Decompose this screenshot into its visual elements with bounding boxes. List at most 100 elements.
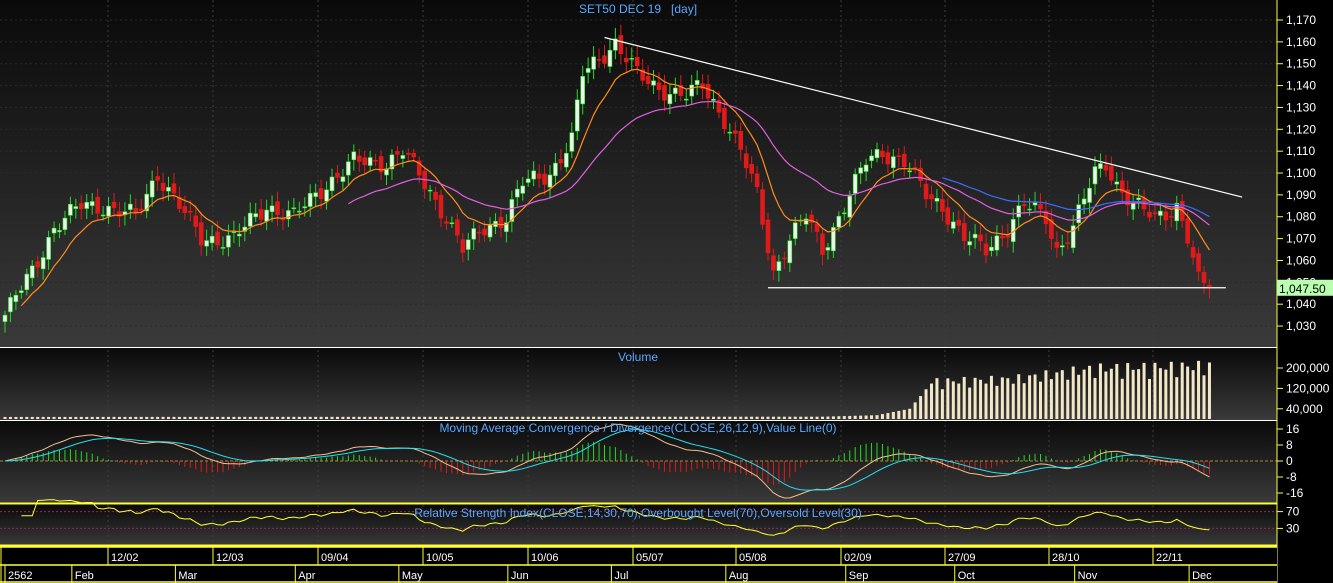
volume-bar [1039, 381, 1042, 419]
volume-bar [237, 416, 241, 419]
volume-bar [472, 416, 476, 419]
volume-bar [1164, 369, 1168, 419]
candle-body [618, 35, 624, 55]
volume-bar [248, 416, 252, 419]
candle-body [471, 228, 477, 240]
volume-bar [1028, 375, 1032, 419]
volume-bar [755, 416, 759, 419]
volume-bar [52, 416, 56, 419]
volume-bar [3, 416, 7, 419]
volume-tick-label: 40,000 [1286, 402, 1323, 416]
volume-bar [739, 416, 743, 419]
candle-body [318, 188, 324, 200]
volume-bar [368, 416, 372, 419]
candle-body [1092, 166, 1098, 185]
volume-bar [821, 416, 824, 419]
candle-body [901, 153, 907, 168]
volume-bar [701, 416, 705, 419]
candle-body [62, 217, 68, 230]
candle-body [1021, 204, 1027, 207]
candle-body [2, 314, 8, 322]
volume-bar [712, 416, 715, 419]
chart-title: SET50 DEC 19 [day] [579, 2, 697, 16]
volume-bar [1066, 379, 1070, 419]
month-label: Dec [1192, 570, 1212, 582]
candle-body [302, 206, 308, 209]
volume-bar [412, 416, 416, 419]
candle-body [792, 222, 798, 239]
month-label: Apr [298, 570, 315, 582]
volume-bar [1137, 369, 1141, 419]
volume-bar [1186, 366, 1190, 419]
candle-body [73, 206, 79, 209]
y-tick-label: 1,140 [1286, 79, 1316, 93]
volume-bar [913, 402, 917, 419]
candle-body [553, 162, 558, 177]
x-tick-label: 12/02 [111, 552, 139, 564]
volume-bar [395, 416, 399, 419]
volume-bar [1098, 363, 1102, 419]
volume-bar [532, 416, 536, 419]
candle-body [438, 194, 444, 219]
candle-body [634, 57, 640, 67]
volume-bar [19, 416, 23, 419]
volume-bar [1126, 363, 1130, 419]
volume-bar [891, 411, 895, 419]
candle-body [220, 247, 226, 249]
stock-chart[interactable]: SET50 DEC 19 [day] Volume Moving Average… [0, 0, 1333, 583]
volume-bar [553, 416, 557, 419]
candle-body [133, 208, 139, 213]
macd-tick-label: 8 [1286, 438, 1293, 452]
candle-body [84, 201, 90, 209]
candle-body [51, 227, 57, 234]
x-tick-label: 05/07 [636, 552, 664, 564]
candle-body [765, 219, 771, 254]
candle-body [455, 219, 460, 236]
volume-bar [1175, 377, 1179, 419]
volume-bar [810, 416, 814, 419]
volume-bar [439, 416, 443, 419]
volume-bar [58, 416, 61, 419]
macd-tick-label: -16 [1286, 486, 1304, 500]
volume-bar [597, 416, 601, 419]
candle-body [264, 209, 269, 222]
volume-bar [652, 416, 656, 419]
volume-bar [679, 416, 683, 419]
candle-body [852, 173, 858, 194]
candle-body [111, 201, 117, 208]
candle-body [645, 75, 651, 84]
candle-body [1027, 208, 1032, 211]
volume-bar [134, 416, 138, 419]
candle-body [950, 221, 956, 229]
volume-bar [63, 416, 67, 419]
volume-bar [744, 416, 748, 419]
candle-body [1152, 212, 1158, 215]
candle-body [1081, 198, 1087, 205]
volume-bar [483, 416, 487, 419]
volume-bar [1104, 371, 1108, 419]
candle-body [967, 241, 972, 246]
candle-body [329, 176, 335, 192]
volume-tick-label: 200,000 [1286, 361, 1330, 375]
volume-bar [281, 416, 285, 419]
volume-bar [205, 416, 209, 419]
volume-bar [968, 387, 972, 419]
candle-body [825, 247, 831, 251]
volume-bar [25, 416, 29, 419]
volume-bar [477, 416, 481, 419]
candle-body [296, 210, 302, 213]
volume-bar [488, 416, 492, 419]
candle-body [128, 203, 133, 210]
volume-bar [1169, 361, 1173, 419]
last-price-label: 1,047.50 [1279, 282, 1326, 296]
volume-bar [156, 416, 160, 419]
volume-bar [1055, 372, 1059, 419]
volume-bar [613, 416, 617, 419]
volume-bar [946, 378, 950, 419]
volume-bar [619, 416, 623, 419]
candle-body [1054, 241, 1060, 248]
volume-bar [728, 416, 732, 419]
volume-bar [515, 416, 519, 419]
candle-body [885, 152, 891, 165]
volume-bar [450, 416, 454, 419]
